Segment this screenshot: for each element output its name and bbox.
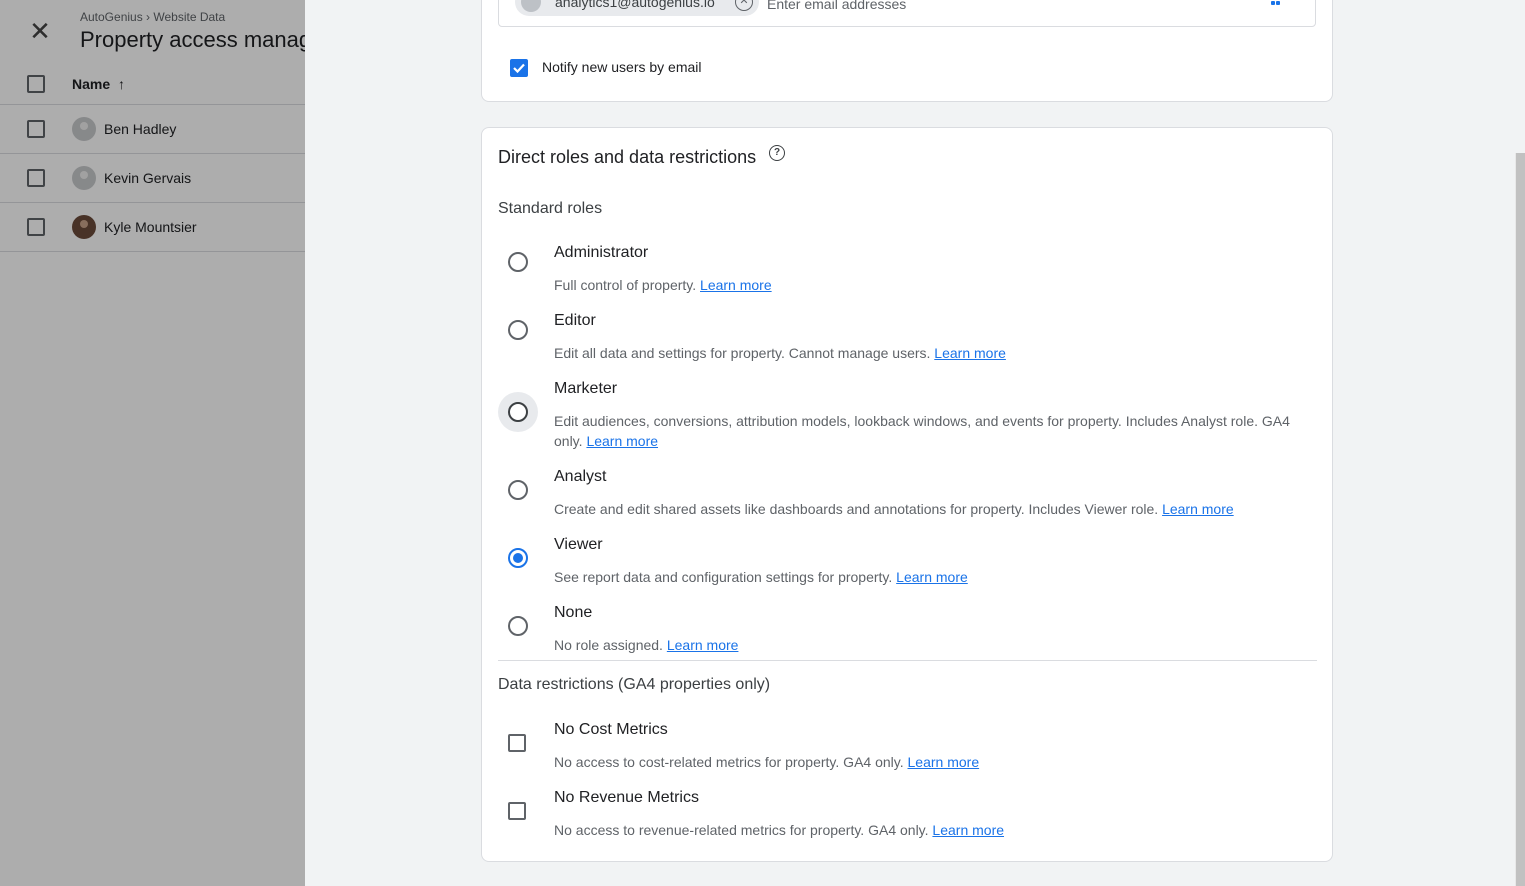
learn-more-link[interactable]: Learn more xyxy=(700,277,772,293)
role-title: Administrator xyxy=(554,244,649,261)
email-chip[interactable]: analytics1@autogenius.io ✕ xyxy=(515,0,759,16)
role-description: Edit audiences, conversions, attribution… xyxy=(554,411,1304,451)
role-title: Editor xyxy=(554,312,596,329)
role-title: Marketer xyxy=(554,380,618,397)
notify-label: Notify new users by email xyxy=(542,59,702,75)
no-revenue-metrics-checkbox[interactable] xyxy=(508,802,526,820)
radio-none[interactable] xyxy=(508,616,528,636)
description-text: No role assigned. xyxy=(554,637,663,653)
learn-more-link[interactable]: Learn more xyxy=(932,822,1004,838)
radio-analyst[interactable] xyxy=(508,480,528,500)
chip-remove-icon[interactable]: ✕ xyxy=(735,0,753,11)
restriction-title: No Cost Metrics xyxy=(554,721,668,738)
email-card: analytics1@autogenius.io ✕ Notify new us… xyxy=(481,0,1333,102)
role-description: See report data and configuration settin… xyxy=(554,567,1304,587)
notify-checkbox[interactable] xyxy=(510,59,528,77)
radio-container xyxy=(498,392,538,432)
help-icon[interactable]: ? xyxy=(769,145,785,161)
standard-roles-label: Standard roles xyxy=(498,200,603,217)
description-text: Full control of property. xyxy=(554,277,697,293)
description-text: Create and edit shared assets like dashb… xyxy=(554,501,1159,517)
learn-more-link[interactable]: Learn more xyxy=(908,754,980,770)
description-text: See report data and configuration settin… xyxy=(554,569,893,585)
role-description: Edit all data and settings for property.… xyxy=(554,343,1304,363)
no-cost-metrics-checkbox[interactable] xyxy=(508,734,526,752)
description-text: Edit audiences, conversions, attribution… xyxy=(554,413,1290,449)
role-description: No role assigned. Learn more xyxy=(554,635,1304,655)
chip-avatar xyxy=(521,0,541,12)
contacts-icon[interactable] xyxy=(1271,0,1281,6)
radio-container xyxy=(498,538,538,578)
email-input[interactable] xyxy=(767,0,1247,12)
learn-more-link[interactable]: Learn more xyxy=(896,569,968,585)
learn-more-link[interactable]: Learn more xyxy=(586,433,658,449)
radio-marketer[interactable] xyxy=(508,402,528,422)
section-title: Direct roles and data restrictions xyxy=(498,147,757,167)
radio-editor[interactable] xyxy=(508,320,528,340)
description-text: No access to cost-related metrics for pr… xyxy=(554,754,904,770)
radio-container xyxy=(498,310,538,350)
divider xyxy=(498,660,1317,661)
restriction-title: No Revenue Metrics xyxy=(554,789,699,806)
role-title: Analyst xyxy=(554,468,607,485)
role-title: Viewer xyxy=(554,536,603,553)
role-title: None xyxy=(554,604,593,621)
description-text: No access to revenue-related metrics for… xyxy=(554,822,929,838)
role-description: Full control of property. Learn more xyxy=(554,275,1304,295)
restriction-description: No access to cost-related metrics for pr… xyxy=(554,752,1304,772)
description-text: Edit all data and settings for property.… xyxy=(554,345,931,361)
learn-more-link[interactable]: Learn more xyxy=(1162,501,1234,517)
learn-more-link[interactable]: Learn more xyxy=(667,637,739,653)
add-users-panel: analytics1@autogenius.io ✕ Notify new us… xyxy=(305,0,1525,886)
radio-container xyxy=(498,606,538,646)
restriction-description: No access to revenue-related metrics for… xyxy=(554,820,1304,840)
radio-container xyxy=(498,242,538,282)
scrollbar[interactable] xyxy=(1515,153,1525,886)
radio-administrator[interactable] xyxy=(508,252,528,272)
roles-card: Direct roles and data restrictions ? Sta… xyxy=(481,127,1333,862)
role-description: Create and edit shared assets like dashb… xyxy=(554,499,1304,519)
email-field[interactable]: analytics1@autogenius.io ✕ xyxy=(498,0,1316,27)
chip-email: analytics1@autogenius.io xyxy=(555,0,715,10)
radio-container xyxy=(498,470,538,510)
learn-more-link[interactable]: Learn more xyxy=(934,345,1006,361)
radio-viewer[interactable] xyxy=(508,548,528,568)
data-restrictions-label: Data restrictions (GA4 properties only) xyxy=(498,676,771,693)
